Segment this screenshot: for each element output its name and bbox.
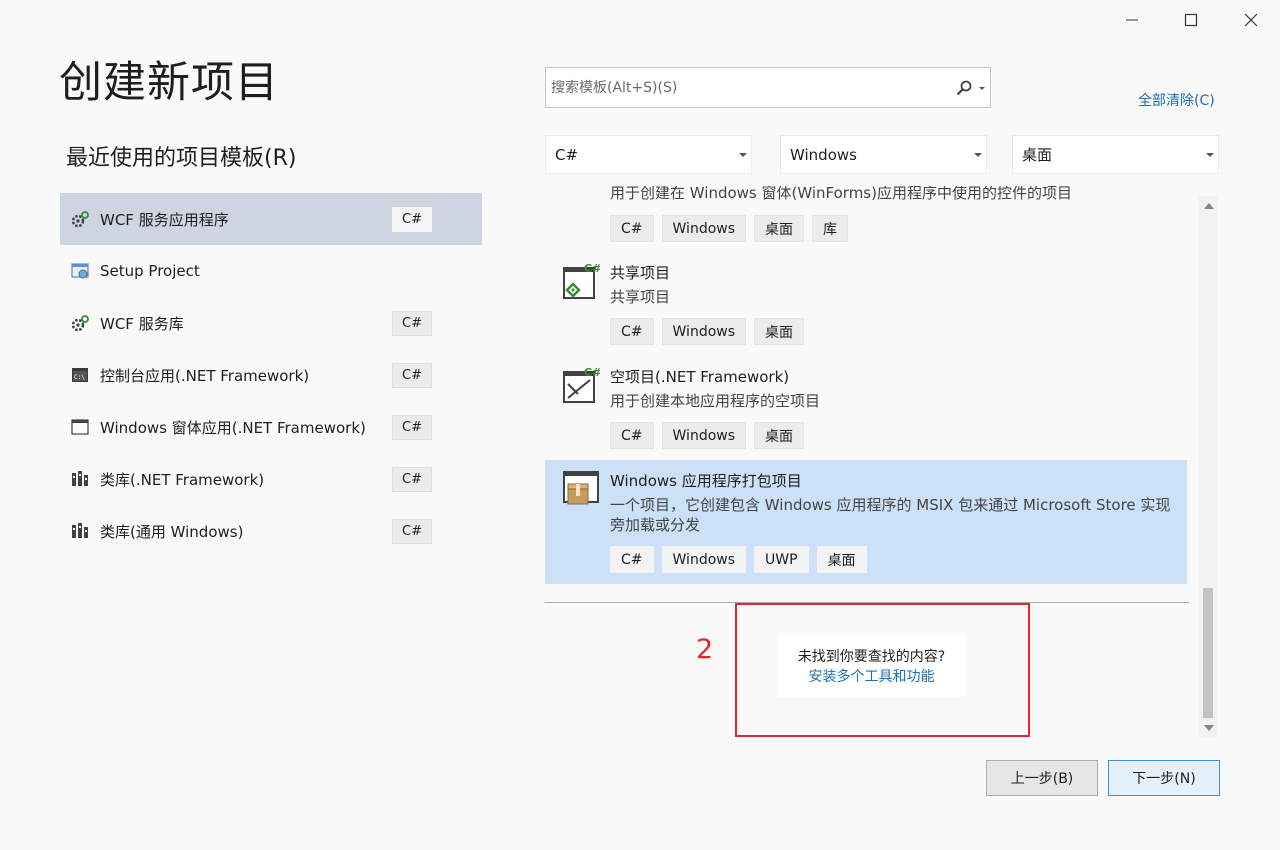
recent-templates-list: WCF 服务应用程序 C# Setup Project WCF 服务库 C# C… bbox=[60, 193, 482, 557]
scroll-up-icon[interactable] bbox=[1204, 203, 1214, 209]
tag: Windows bbox=[661, 422, 747, 449]
template-item[interactable]: C# 共享项目 共享项目 C# Windows 桌面 bbox=[545, 256, 1187, 352]
chevron-down-icon bbox=[739, 153, 747, 157]
console-icon: C:\ bbox=[70, 365, 90, 385]
recent-item[interactable]: Windows 窗体应用(.NET Framework) C# bbox=[60, 401, 482, 453]
window-icon bbox=[70, 417, 90, 437]
recent-item[interactable]: WCF 服务应用程序 C# bbox=[60, 193, 482, 245]
template-name: Windows 应用程序打包项目 bbox=[610, 472, 802, 490]
wcf-icon bbox=[70, 313, 90, 333]
language-tag: C# bbox=[392, 467, 432, 492]
maximize-icon[interactable] bbox=[1179, 8, 1203, 32]
recent-item-label: Setup Project bbox=[100, 262, 200, 280]
svg-text:C#: C# bbox=[584, 366, 600, 379]
setup-icon bbox=[70, 261, 90, 281]
recent-item-label: Windows 窗体应用(.NET Framework) bbox=[100, 418, 366, 437]
svg-text:C#: C# bbox=[584, 262, 600, 275]
tag: 桌面 bbox=[816, 546, 867, 573]
template-item[interactable]: C# 空项目(.NET Framework) 用于创建本地应用程序的空项目 C#… bbox=[545, 360, 1187, 456]
recent-item[interactable]: 类库(通用 Windows) C# bbox=[60, 505, 482, 557]
clear-all-link[interactable]: 全部清除(C) bbox=[1138, 90, 1215, 110]
tag: 库 bbox=[812, 215, 849, 242]
recent-item-label: 类库(通用 Windows) bbox=[100, 522, 244, 541]
back-button[interactable]: 上一步(B) bbox=[986, 760, 1098, 796]
language-tag: C# bbox=[392, 415, 432, 440]
search-input[interactable] bbox=[546, 68, 936, 107]
empty-project-icon: C# bbox=[562, 366, 601, 404]
minimize-icon[interactable] bbox=[1120, 8, 1144, 32]
annotation-box bbox=[735, 603, 1030, 737]
template-description: 用于创建本地应用程序的空项目 bbox=[610, 392, 821, 410]
tag: Windows bbox=[661, 215, 747, 242]
language-tag: C# bbox=[392, 363, 432, 388]
template-description: 用于创建在 Windows 窗体(WinForms)应用程序中使用的控件的项目 bbox=[610, 186, 1072, 202]
search-options-chevron-icon[interactable] bbox=[979, 87, 985, 90]
tag: 桌面 bbox=[754, 422, 805, 449]
tag: C# bbox=[610, 318, 654, 345]
scroll-thumb[interactable] bbox=[1203, 588, 1213, 718]
language-tag: C# bbox=[392, 519, 432, 544]
close-icon[interactable] bbox=[1239, 8, 1263, 32]
template-description: 一个项目，它创建包含 Windows 应用程序的 MSIX 包来通过 Micro… bbox=[610, 496, 1171, 534]
language-filter-value: C# bbox=[555, 145, 579, 164]
tag: C# bbox=[610, 215, 654, 242]
shared-project-icon: C# bbox=[562, 262, 601, 300]
template-tags: C# Windows 桌面 库 bbox=[610, 215, 849, 242]
tag: C# bbox=[610, 546, 654, 573]
tag: 桌面 bbox=[754, 318, 805, 345]
next-button[interactable]: 下一步(N) bbox=[1108, 760, 1220, 796]
page-title: 创建新项目 bbox=[59, 58, 279, 108]
class-library-icon bbox=[70, 521, 90, 541]
template-name: 共享项目 bbox=[610, 264, 671, 282]
search-box bbox=[545, 67, 991, 108]
template-tags: C# Windows 桌面 bbox=[610, 318, 805, 345]
tag: Windows bbox=[661, 546, 747, 573]
tag: C# bbox=[610, 422, 654, 449]
template-name: 空项目(.NET Framework) bbox=[610, 368, 790, 386]
recent-item[interactable]: Setup Project bbox=[60, 245, 482, 297]
project-type-filter-value: 桌面 bbox=[1022, 146, 1053, 164]
template-tags: C# Windows UWP 桌面 bbox=[610, 546, 867, 573]
template-tags: C# Windows 桌面 bbox=[610, 422, 805, 449]
package-project-icon bbox=[562, 470, 600, 508]
template-description: 共享项目 bbox=[610, 288, 671, 306]
tag: Windows bbox=[661, 318, 747, 345]
recent-item[interactable]: WCF 服务库 C# bbox=[60, 297, 482, 349]
platform-filter[interactable]: Windows bbox=[780, 135, 987, 174]
project-type-filter[interactable]: 桌面 bbox=[1012, 135, 1219, 174]
recent-item-label: 类库(.NET Framework) bbox=[100, 470, 265, 489]
recent-item[interactable]: C:\ 控制台应用(.NET Framework) C# bbox=[60, 349, 482, 401]
language-tag: C# bbox=[392, 311, 432, 336]
results-scrollbar[interactable] bbox=[1199, 196, 1217, 738]
language-filter[interactable]: C# bbox=[545, 135, 752, 174]
platform-filter-value: Windows bbox=[790, 145, 857, 164]
template-item[interactable]: Windows 应用程序打包项目 一个项目，它创建包含 Windows 应用程序… bbox=[545, 460, 1187, 584]
tag: 桌面 bbox=[754, 215, 805, 242]
recent-item[interactable]: 类库(.NET Framework) C# bbox=[60, 453, 482, 505]
search-icon[interactable] bbox=[956, 80, 972, 100]
wcf-icon bbox=[70, 209, 90, 229]
template-item[interactable]: 用于创建在 Windows 窗体(WinForms)应用程序中使用的控件的项目 … bbox=[545, 186, 1187, 250]
recent-item-label: 控制台应用(.NET Framework) bbox=[100, 366, 310, 385]
tag: UWP bbox=[754, 546, 809, 573]
template-results-list: 用于创建在 Windows 窗体(WinForms)应用程序中使用的控件的项目 … bbox=[545, 186, 1189, 602]
recent-item-label: WCF 服务库 bbox=[100, 314, 184, 333]
class-library-icon bbox=[70, 469, 90, 489]
scroll-down-icon[interactable] bbox=[1204, 725, 1214, 731]
recent-item-label: WCF 服务应用程序 bbox=[100, 210, 229, 229]
annotation-number: 2 bbox=[696, 634, 714, 665]
svg-text:C:\: C:\ bbox=[74, 374, 85, 381]
language-tag: C# bbox=[392, 207, 432, 232]
chevron-down-icon bbox=[974, 153, 982, 157]
recent-templates-heading: 最近使用的项目模板(R) bbox=[66, 146, 297, 171]
chevron-down-icon bbox=[1206, 153, 1214, 157]
